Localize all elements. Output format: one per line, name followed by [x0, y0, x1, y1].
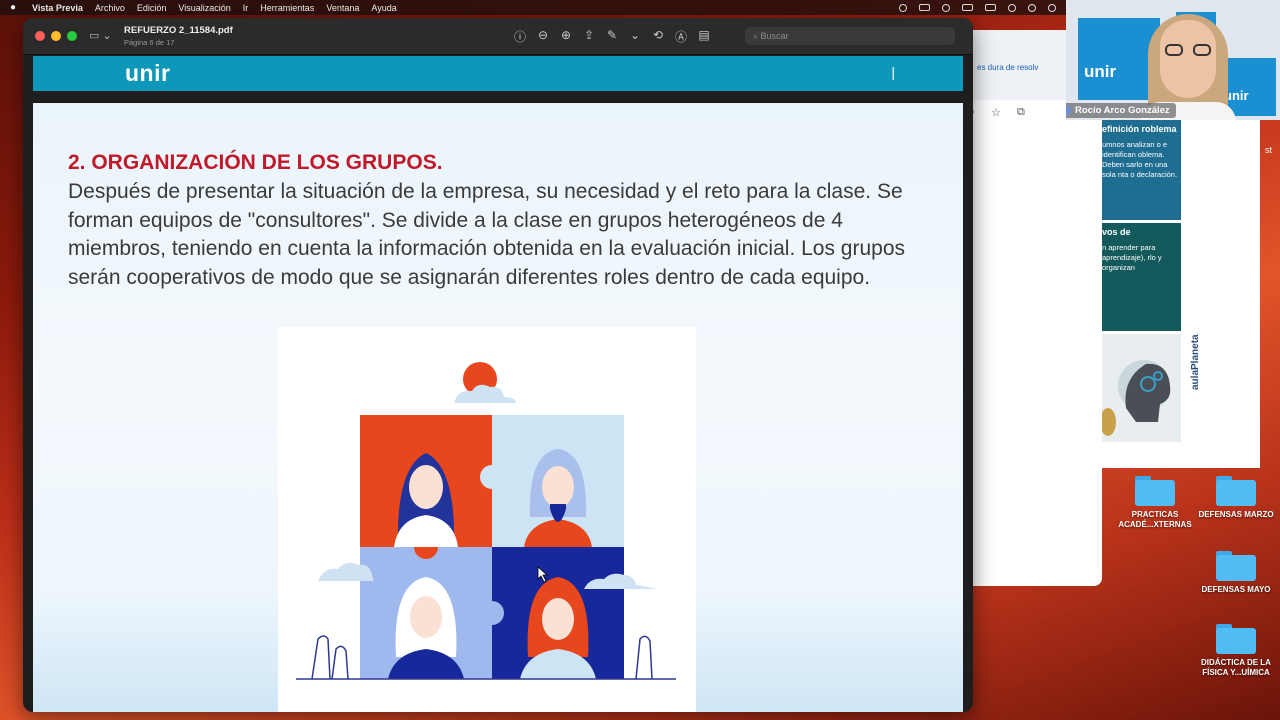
info-icon[interactable]: ⓘ — [513, 28, 527, 45]
puzzle-people-graphic — [296, 362, 676, 680]
zoom-button[interactable] — [67, 31, 77, 41]
card-title: efinición roblema — [1102, 124, 1177, 134]
dropbox-icon[interactable] — [899, 3, 907, 12]
zoom-out-icon[interactable]: ⊖ — [536, 28, 550, 45]
markup-pen-icon[interactable]: ✎ — [605, 28, 619, 45]
group-puzzle-illustration — [278, 327, 696, 712]
window-controls — [35, 31, 77, 41]
headphones-icon[interactable] — [1028, 3, 1036, 12]
menu-app-name[interactable]: Vista Previa — [32, 3, 83, 13]
siri-icon[interactable] — [1048, 3, 1056, 12]
slide-body-text: Después de presentar la situación de la … — [68, 180, 906, 289]
menu-edicion[interactable]: Edición — [137, 3, 167, 13]
search-placeholder: Buscar — [760, 31, 789, 41]
folder-icon — [1216, 551, 1256, 581]
menu-ayuda[interactable]: Ayuda — [371, 3, 396, 13]
brain-head-icon — [1102, 360, 1171, 436]
card-title: vos de — [1102, 227, 1131, 237]
document-title: REFUERZO 2_11584.pdf — [124, 25, 233, 36]
text-cursor: | — [891, 64, 895, 80]
display-icon[interactable] — [962, 4, 973, 11]
folder-icon — [1135, 476, 1175, 506]
menubar-status-icons — [887, 0, 1056, 15]
page-indicator: Página 6 de 17 — [124, 38, 175, 47]
info-icon[interactable] — [1008, 3, 1016, 12]
card-text: n aprender para aprendizaje), rlo y orga… — [1102, 243, 1162, 272]
extension-icon[interactable] — [942, 3, 950, 12]
desktop-folder[interactable]: PRACTICAS ACADÉ...XTERNAS — [1115, 476, 1195, 530]
cloud-icon[interactable] — [919, 4, 930, 11]
participant-name: Rocío Arco González — [1075, 105, 1170, 116]
desktop-folder[interactable]: DIDÁCTICA DE LA FÍSICA Y...UÍMICA — [1196, 624, 1276, 678]
participant-avatar — [1066, 106, 1071, 115]
info-card-brain[interactable] — [1102, 334, 1181, 442]
rotate-icon[interactable]: ⟲ — [651, 28, 665, 45]
browser-icons: ⌕ ☆ ⧉ — [969, 106, 1025, 119]
edge-text: st — [1265, 145, 1273, 155]
zoom-in-icon[interactable]: ⊕ — [559, 28, 573, 45]
form-fill-icon[interactable]: ▤ — [697, 28, 711, 45]
heading-period: . — [436, 151, 443, 174]
desktop-folder[interactable]: DEFENSAS MAYO — [1196, 551, 1276, 595]
webcam-feed: unir unir Rocío Arco González — [1066, 0, 1280, 120]
browser-content-panel: efinición roblema umnos analizan o e ide… — [1102, 120, 1260, 468]
folder-label: DEFENSAS MARZO — [1198, 510, 1274, 519]
desktop-folder[interactable]: DEFENSAS MARZO — [1196, 476, 1276, 520]
folder-label: DIDÁCTICA DE LA FÍSICA Y...UÍMICA — [1201, 658, 1271, 677]
apple-icon[interactable]: ● — [10, 2, 24, 13]
extensions-icon[interactable]: ⧉ — [1017, 106, 1025, 119]
screens-icon[interactable] — [985, 4, 996, 11]
annotate-icon[interactable]: Ⓐ — [674, 28, 688, 45]
aulaplaneta-logo: aulaPlaneta — [1190, 334, 1201, 390]
menu-visualizacion[interactable]: Visualización — [178, 3, 230, 13]
heading-text: 2. ORGANIZACIÓN DE LOS GRUPOS — [68, 151, 437, 174]
browser-link-fragment[interactable]: es dura de resolv — [977, 63, 1038, 72]
info-card-definition[interactable]: efinición roblema umnos analizan o e ide… — [1102, 120, 1181, 220]
star-icon[interactable]: ☆ — [991, 106, 1001, 119]
card-text: umnos analizan o e identifican oblema. D… — [1102, 140, 1178, 179]
menu-ventana[interactable]: Ventana — [326, 3, 359, 13]
slide-header-bar: unir | — [33, 56, 963, 91]
chevron-down-icon[interactable]: ⌄ — [628, 28, 642, 45]
menubar: ● Vista Previa Archivo Edición Visualiza… — [0, 0, 1066, 15]
menu-archivo[interactable]: Archivo — [95, 3, 125, 13]
preview-titlebar: ▭ ⌄ REFUERZO 2_11584.pdf Página 6 de 17 … — [23, 18, 973, 55]
folder-label: DEFENSAS MAYO — [1201, 585, 1271, 594]
slide-page: 2. ORGANIZACIÓN DE LOS GRUPOS. Después d… — [33, 103, 963, 712]
unir-logo: unir — [125, 60, 171, 86]
share-icon[interactable]: ⇪ — [582, 28, 596, 45]
close-button[interactable] — [35, 31, 45, 41]
slide-heading: 2. ORGANIZACIÓN DE LOS GRUPOS. — [68, 151, 443, 175]
glasses — [1165, 44, 1211, 58]
preview-window: ▭ ⌄ REFUERZO 2_11584.pdf Página 6 de 17 … — [23, 18, 973, 712]
folder-label: PRACTICAS ACADÉ...XTERNAS — [1118, 510, 1192, 529]
person-face — [1160, 20, 1216, 98]
menu-ir[interactable]: Ir — [243, 3, 249, 13]
sidebar-toggle-icon[interactable]: ▭ ⌄ — [89, 29, 112, 42]
webcam-unir-logo: unir — [1084, 62, 1117, 81]
folder-icon — [1216, 476, 1256, 506]
menu-herramientas[interactable]: Herramientas — [260, 3, 314, 13]
folder-icon — [1216, 624, 1256, 654]
search-field[interactable]: ⌕ Buscar — [745, 27, 955, 45]
minimize-button[interactable] — [51, 31, 61, 41]
participant-name-tag: Rocío Arco González — [1066, 103, 1176, 118]
info-card-objectives[interactable]: vos de n aprender para aprendizaje), rlo… — [1102, 223, 1181, 331]
preview-toolbar: ⓘ ⊖ ⊕ ⇪ ✎ ⌄ ⟲ Ⓐ ▤ — [513, 28, 711, 45]
